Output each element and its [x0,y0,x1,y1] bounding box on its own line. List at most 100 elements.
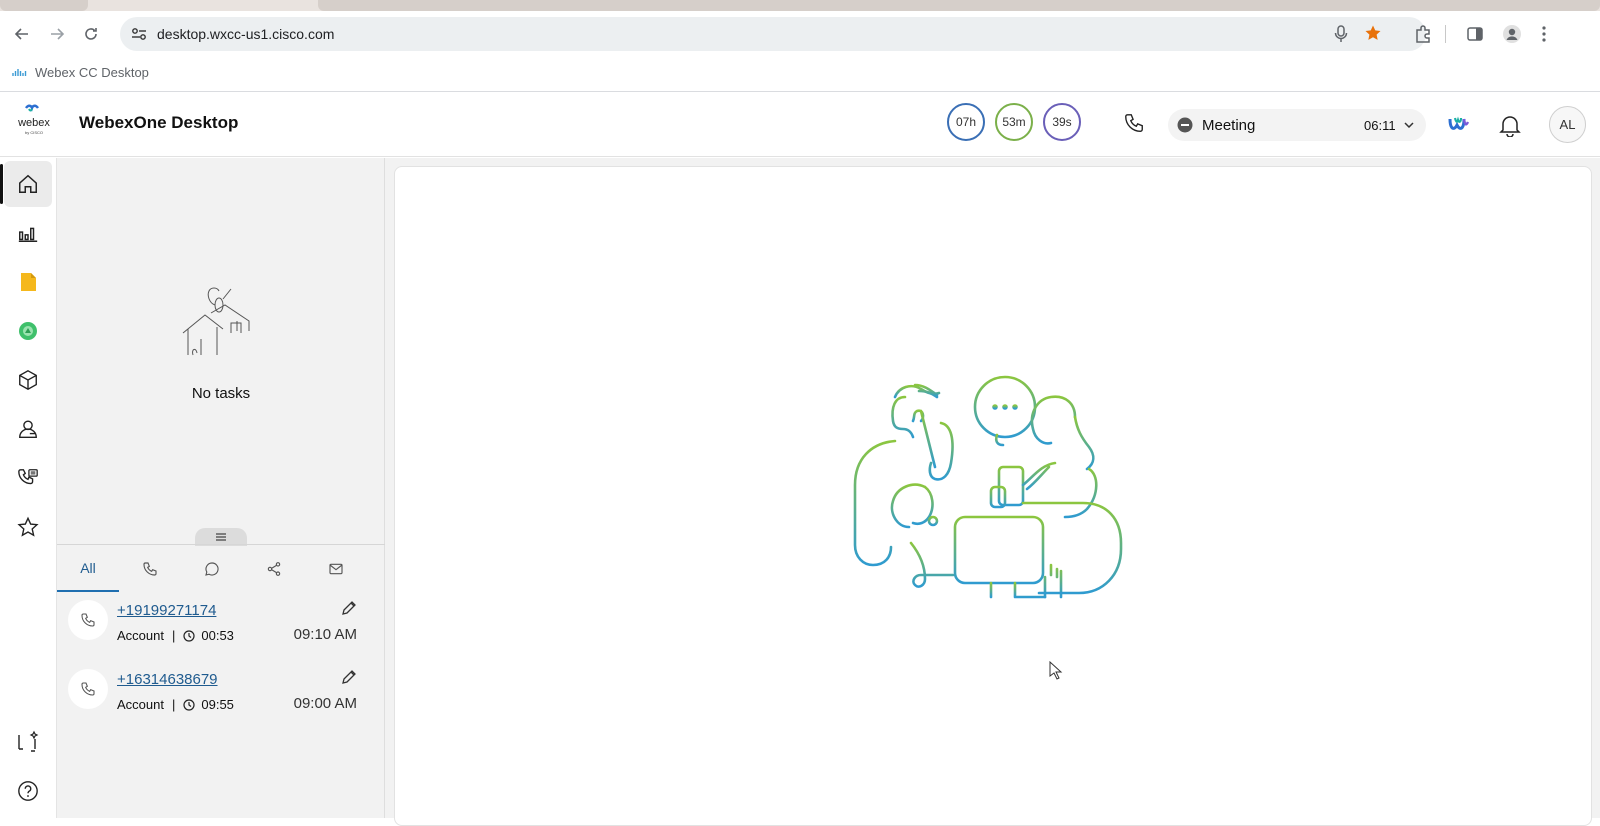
user-icon [19,420,37,438]
welcome-illustration [845,367,1135,617]
agent-state-select[interactable]: Meeting 06:11 [1168,109,1426,141]
address-bar[interactable]: desktop.wxcc-us1.cisco.com [120,17,1426,51]
timer-seconds: 39s [1043,103,1081,141]
nav-help[interactable] [4,768,52,814]
task-type: Account [117,697,164,712]
bar-chart-icon [18,227,38,242]
widget-icon [19,322,37,340]
chat-icon [205,561,219,576]
svg-text:by CISCO: by CISCO [25,130,43,135]
forward-button[interactable] [46,23,68,45]
nav-call-list[interactable] [4,455,52,501]
help-icon [18,781,38,801]
edit-pencil-icon[interactable] [341,669,357,685]
arrow-right-icon [51,28,65,40]
extensions-icon[interactable] [1414,25,1432,43]
browser-menu-icon[interactable] [1541,25,1547,43]
nav-sparkle-tool[interactable] [4,719,52,765]
webex-app-button[interactable] [1447,114,1471,134]
tab-calls[interactable] [119,545,181,592]
app-title: WebexOne Desktop [79,113,239,132]
dialpad-phone-button[interactable] [1123,112,1145,134]
task-duration: 09:55 [201,697,234,712]
arrow-left-icon [14,28,28,40]
empty-tasks-message: No tasks [191,385,251,402]
bookmark-label: Webex CC Desktop [35,65,149,80]
agent-state-label: Meeting [1202,117,1256,134]
task-row[interactable]: +19199271174 Account | 00:53 09:10 AM [57,592,385,660]
microphone-icon[interactable] [1334,25,1348,43]
task-type: Account [117,628,164,643]
reload-button[interactable] [80,23,102,45]
tab-all-label: All [80,559,96,576]
site-settings-icon[interactable] [131,27,147,41]
ai-assistant-icon [18,730,39,752]
meta-divider: | [171,628,176,643]
call-task-icon [68,600,108,640]
profile-icon[interactable] [1502,24,1522,44]
phone-icon [143,561,157,576]
chevron-down-icon [1404,121,1414,129]
clock-icon [183,629,195,642]
toolbar-divider [1445,25,1446,43]
tab-email[interactable] [305,545,367,592]
phone-list-icon [18,469,38,485]
bookmark-webex-cc-desktop[interactable]: Webex CC Desktop [12,65,149,80]
url-text[interactable]: desktop.wxcc-us1.cisco.com [157,26,334,42]
tab-all[interactable]: All [57,545,119,592]
app-header: webex by CISCO WebexOne Desktop 07h 53m … [0,92,1600,157]
back-button[interactable] [11,23,33,45]
meta-divider: | [171,697,176,712]
cisco-icon [12,68,27,76]
task-time: 09:00 AM [293,695,357,712]
tab-social[interactable] [243,545,305,592]
call-task-icon [68,669,108,709]
bell-icon [1499,116,1521,137]
drag-handle-icon [216,533,226,541]
nav-notes[interactable] [4,259,52,305]
mouse-cursor-icon [1049,661,1063,681]
task-phone-number[interactable]: +16314638679 [117,671,218,688]
task-time: 09:10 AM [293,626,357,643]
nav-home[interactable] [0,161,52,207]
nav-favorites[interactable] [4,504,52,550]
bookmarks-bar: Webex CC Desktop [0,57,1600,92]
avatar[interactable]: AL [1549,106,1586,143]
task-duration: 00:53 [201,628,234,643]
timer-hours: 07h [947,103,985,141]
meeting-status-icon [1177,117,1193,133]
browser-tab[interactable] [0,0,88,11]
main-area [385,158,1600,826]
mail-icon [329,563,343,574]
nav-analytics[interactable] [4,210,52,256]
clock-icon [183,698,195,711]
cube-icon [19,370,37,390]
svg-text:webex: webex [17,117,50,129]
main-content-card [394,166,1592,826]
nav-widget[interactable] [4,308,52,354]
task-filter-tabs: All [57,544,385,592]
task-meta: Account | 00:53 [117,628,234,643]
bookmark-star-icon[interactable] [1364,24,1382,42]
browser-tab-strip [0,0,1600,11]
task-panel: No tasks All +19199271174 Account | 00:5… [57,158,385,818]
webex-icon [1448,116,1470,130]
agent-state-timer: 06:11 [1364,118,1396,133]
edit-pencil-icon[interactable] [341,600,357,616]
timer-minutes: 53m [995,103,1033,141]
home-icon [19,174,37,193]
note-icon [21,273,36,291]
task-phone-number[interactable]: +19199271174 [117,602,216,619]
webex-logo-icon: webex by CISCO [10,104,58,140]
left-nav [0,158,57,818]
notifications-button[interactable] [1499,113,1521,137]
browser-toolbar: desktop.wxcc-us1.cisco.com [0,11,1600,57]
browser-tab[interactable] [318,0,1600,11]
tab-chats[interactable] [181,545,243,592]
task-row[interactable]: +16314638679 Account | 09:55 09:00 AM [57,661,385,729]
nav-package[interactable] [4,357,52,403]
reload-icon [85,28,97,40]
side-panel-icon[interactable] [1466,25,1484,43]
task-meta: Account | 09:55 [117,697,234,712]
nav-contact[interactable] [4,406,52,452]
